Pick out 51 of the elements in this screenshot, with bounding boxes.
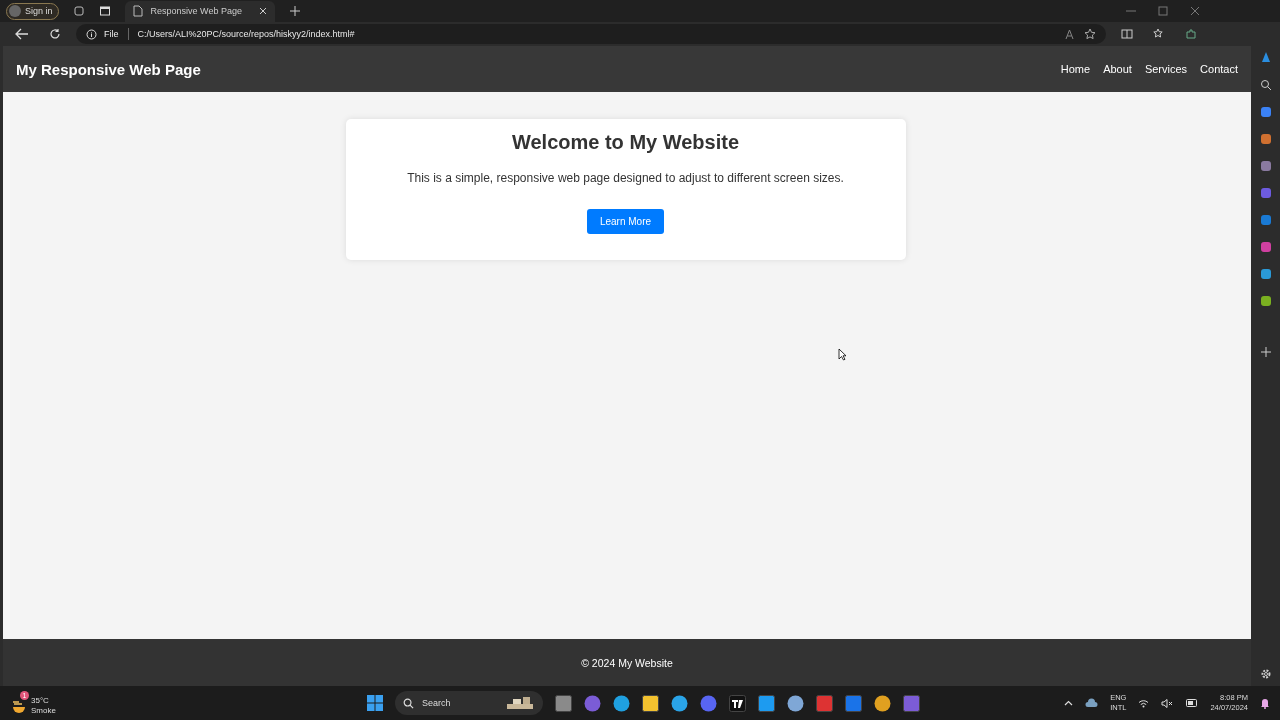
battery-icon[interactable] — [1186, 699, 1199, 707]
sidebar-app-icon[interactable] — [1259, 268, 1272, 280]
sidebar-app-icon[interactable] — [1259, 295, 1272, 307]
star-icon[interactable] — [1084, 28, 1096, 40]
nav-link[interactable]: Services — [1144, 63, 1188, 75]
weather-condition: Smoke — [31, 705, 56, 716]
card-text: This is a simple, responsive web page designed to adjust to different screen sizes. — [407, 171, 844, 185]
card-heading: Welcome to My Website — [511, 131, 740, 154]
split-screen-icon[interactable] — [1121, 28, 1133, 40]
favorites-icon[interactable] — [1153, 28, 1165, 40]
add-icon[interactable] — [1260, 347, 1271, 357]
sidebar-app-icon[interactable] — [1259, 187, 1272, 199]
maximize-icon[interactable] — [1158, 6, 1168, 16]
wifi-icon[interactable] — [1138, 698, 1150, 708]
profile-button[interactable]: Sign in — [6, 2, 59, 20]
learn-more-button[interactable]: Learn More — [586, 209, 665, 234]
start-icon[interactable] — [367, 695, 383, 711]
nav-link[interactable]: Contact — [1200, 63, 1238, 75]
back-icon[interactable] — [15, 28, 29, 40]
cursor-icon — [838, 348, 847, 361]
cloud-icon[interactable] — [1085, 698, 1099, 708]
info-icon[interactable] — [86, 28, 97, 40]
sidebar-app-icon[interactable] — [1259, 241, 1272, 253]
chevron-up-icon[interactable] — [1064, 700, 1074, 706]
tab-actions-icon[interactable] — [98, 5, 111, 17]
close-icon[interactable] — [1190, 6, 1200, 16]
temperature-text: 35°C — [31, 695, 50, 706]
search-button[interactable]: Search — [395, 691, 543, 715]
site-title: My Responsive Web Page — [16, 60, 201, 78]
address-field[interactable]: File C:/Users/ALI%20PC/source/repos/hiskyy2/index.html# — [76, 24, 1106, 44]
search-icon[interactable] — [1259, 79, 1272, 91]
nav-link[interactable]: Home — [1060, 63, 1091, 75]
settings-icon[interactable] — [1259, 668, 1272, 680]
sidebar-app-icon[interactable] — [1259, 106, 1272, 118]
weather-icon — [12, 698, 28, 713]
refresh-icon[interactable] — [49, 28, 61, 40]
sidebar-app-icon[interactable] — [1259, 160, 1272, 172]
nav-link[interactable]: About — [1103, 63, 1132, 75]
chart-app-icon[interactable] — [729, 694, 746, 712]
new-tab-icon[interactable] — [288, 5, 301, 17]
sidebar-app-icon[interactable] — [1259, 133, 1272, 145]
footer-text: © 2024 My Website — [581, 656, 673, 669]
sidebar-app-icon[interactable] — [1259, 214, 1272, 226]
collections-icon[interactable] — [72, 5, 85, 17]
page-icon — [132, 5, 143, 17]
search-highlight-icon — [505, 696, 535, 710]
muted-speaker-icon[interactable] — [1161, 698, 1175, 708]
search-icon — [403, 697, 414, 709]
bell-icon[interactable] — [1260, 697, 1270, 709]
close-icon[interactable] — [258, 7, 267, 15]
browser-tab[interactable]: Responsive Web Page — [124, 0, 275, 22]
